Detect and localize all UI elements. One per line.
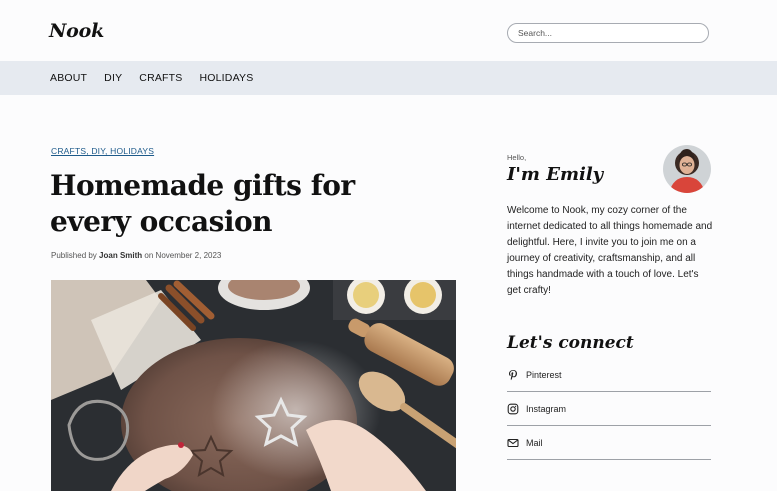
site-header: Nook [0,0,777,61]
post-date: November 2, 2023 [155,251,222,260]
sidebar-greeting: Hello, [507,153,527,162]
connect-heading: Let's connect [507,333,634,353]
category-links[interactable]: CRAFTS, DIY, HOLIDAYS [51,146,154,156]
author-intro-name: I'm Emily [507,164,604,185]
social-link-label: Mail [526,437,543,448]
social-link-pinterest[interactable]: Pinterest [507,358,711,392]
avatar [663,145,711,193]
post-title: Homemade gifts for every occasion [50,169,355,238]
author-bio: Welcome to Nook, my cozy corner of the i… [507,205,713,296]
byline-on: on [144,251,154,260]
mail-icon [507,438,519,447]
author-name[interactable]: Joan Smith [99,251,142,260]
social-link-label: Pinterest [526,369,562,380]
featured-image [51,280,456,491]
nav-item-about[interactable]: ABOUT [50,72,87,84]
nav-item-holidays[interactable]: HOLIDAYS [199,72,253,84]
instagram-icon [507,403,519,414]
post-byline: Published by Joan Smith on November 2, 2… [51,251,221,260]
byline-prefix: Published by [51,251,97,260]
pinterest-icon [509,369,517,380]
site-logo[interactable]: Nook [49,20,104,42]
social-link-label: Instagram [526,403,567,414]
search-input[interactable] [507,23,709,43]
author-photo [663,145,711,193]
baking-photo [51,280,456,491]
nav-item-crafts[interactable]: CRAFTS [139,72,182,84]
social-links: Pinterest Instagram Mail [507,358,711,460]
main-nav: ABOUT DIY CRAFTS HOLIDAYS [50,61,270,95]
nav-bar: ABOUT DIY CRAFTS HOLIDAYS [0,61,777,95]
social-link-instagram[interactable]: Instagram [507,392,711,426]
social-link-mail[interactable]: Mail [507,426,711,460]
nav-item-diy[interactable]: DIY [104,72,122,84]
